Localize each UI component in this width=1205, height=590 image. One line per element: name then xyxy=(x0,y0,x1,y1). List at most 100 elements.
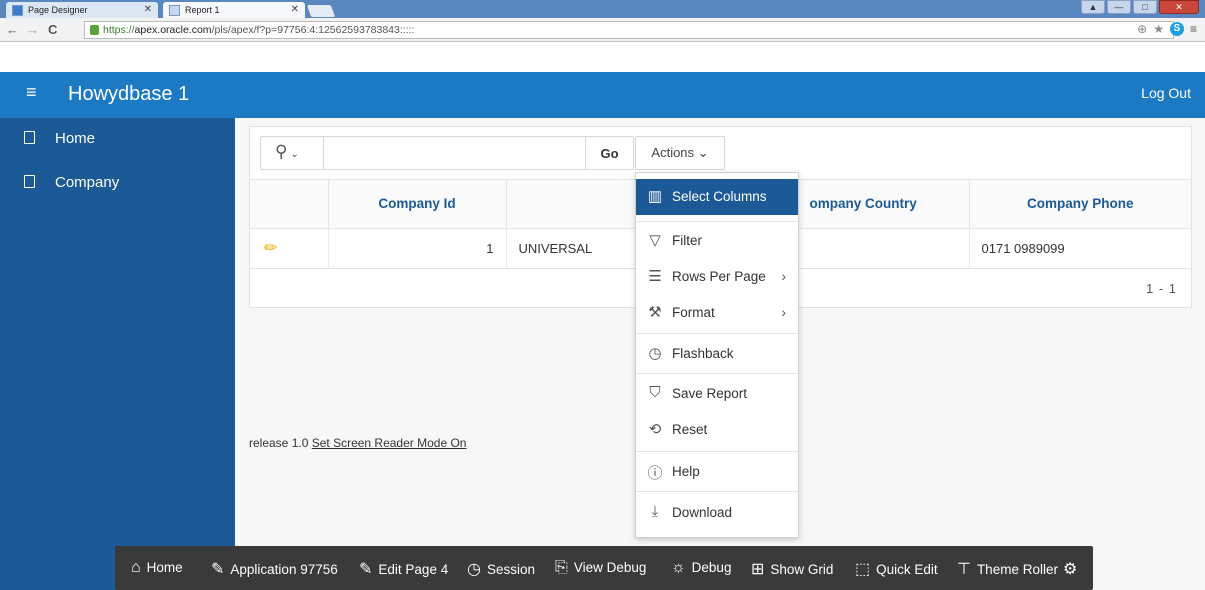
dev-item-label: Session xyxy=(486,562,535,577)
dev-debug-button[interactable]: ☼ Debug xyxy=(671,559,731,577)
actions-menu: ▥ Select Columns ▽ Filter ☰ Rows Per Page ›… xyxy=(635,172,799,538)
browser-tab-label: Page Designer xyxy=(28,5,88,15)
forward-icon[interactable]: → xyxy=(26,22,39,37)
hamburger-menu-icon[interactable]: ≡ xyxy=(26,82,37,103)
menu-item-rows-per-page[interactable]: ☰ Rows Per Page › xyxy=(636,259,798,295)
columns-icon: ▥ xyxy=(647,188,663,205)
dev-session-button[interactable]: ◷ Session xyxy=(467,559,535,579)
chevron-right-icon: › xyxy=(781,268,786,284)
menu-item-download[interactable]: ⤓ Download xyxy=(636,495,798,531)
app-header: ≡ Howydbase 1 Log Out xyxy=(0,72,1205,118)
sidebar-item-label: Company xyxy=(55,174,120,191)
dev-item-label: Edit Page 4 xyxy=(378,562,449,577)
grid-icon: ⊞ xyxy=(751,561,765,578)
menu-item-label: Rows Per Page xyxy=(672,269,766,284)
close-tab-icon[interactable]: ✕ xyxy=(291,4,299,15)
user-icon[interactable]: ▲ xyxy=(1081,0,1105,14)
release-text: release 1.0 xyxy=(249,436,309,450)
dev-show-grid-button[interactable]: ⊞ Show Grid xyxy=(751,559,833,579)
new-tab-button[interactable] xyxy=(306,5,336,17)
view-debug-icon: ⎘ xyxy=(555,559,568,576)
sidebar-item-home[interactable]: Home xyxy=(24,130,95,147)
address-bar: ← → C https://apex.oracle.com/pls/apex/f… xyxy=(0,18,1205,42)
release-footer: release 1.0 Set Screen Reader Mode On xyxy=(249,436,466,450)
logout-link[interactable]: Log Out xyxy=(1141,85,1191,101)
address-bar-actions: ⊕ ★ S ≡ xyxy=(1137,22,1197,36)
dev-item-label: Show Grid xyxy=(770,562,834,577)
reload-icon[interactable]: C xyxy=(48,22,57,37)
zoom-icon[interactable]: ⊕ xyxy=(1137,22,1147,36)
search-group: ⚲ ⌄ Go xyxy=(260,136,634,170)
browser-menu-icon[interactable]: ≡ xyxy=(1190,22,1197,36)
download-icon: ⤓ xyxy=(651,503,659,520)
actions-label: Actions xyxy=(651,145,695,160)
browser-window: Page Designer ✕ Report 1 ✕ ▲ — □ ✕ ← → C… xyxy=(0,0,1205,590)
wrench-icon: ⚒ xyxy=(648,304,662,321)
skype-icon[interactable]: S xyxy=(1169,22,1184,36)
lock-icon xyxy=(90,25,99,35)
url-host: apex.oracle.com xyxy=(134,24,212,36)
search-column-selector[interactable]: ⚲ ⌄ xyxy=(261,137,324,169)
browser-titlebar: Page Designer ✕ Report 1 ✕ ▲ — □ ✕ xyxy=(0,0,1205,18)
dev-item-label: View Debug xyxy=(573,560,647,575)
sidebar-item-company[interactable]: Company xyxy=(24,174,119,191)
dev-quick-edit-button[interactable]: ⬚ Quick Edit xyxy=(855,559,938,579)
close-tab-icon[interactable]: ✕ xyxy=(144,4,152,15)
menu-item-label: Filter xyxy=(672,233,702,248)
menu-item-format[interactable]: ⚒ Format › xyxy=(636,295,798,331)
rows-icon: ☰ xyxy=(648,268,662,285)
home-icon: ⌂ xyxy=(131,559,141,576)
dev-edit-page-button[interactable]: ✎ Edit Page 4 xyxy=(359,559,448,579)
column-header[interactable]: Company Id xyxy=(328,180,507,229)
sidebar-item-label: Home xyxy=(55,130,96,147)
developer-toolbar: ⌂ Home ✎ Application 97756 ✎ Edit Page 4 ◷ S… xyxy=(115,546,1093,590)
menu-item-filter[interactable]: ▽ Filter xyxy=(636,223,798,259)
dev-settings-button[interactable]: ⚙ xyxy=(1063,559,1083,579)
dev-view-debug-button[interactable]: ⎘ View Debug xyxy=(555,559,646,577)
clock-icon: ◷ xyxy=(467,561,481,578)
menu-separator xyxy=(636,333,798,334)
actions-button[interactable]: Actions ⌄ xyxy=(635,136,725,170)
menu-item-select-columns[interactable]: ▥ Select Columns xyxy=(636,179,798,215)
menu-item-label: Save Report xyxy=(672,386,748,401)
search-input[interactable] xyxy=(325,137,585,169)
menu-item-flashback[interactable]: ◷ Flashback xyxy=(636,336,798,372)
browser-tab-report[interactable]: Report 1 ✕ xyxy=(163,2,305,18)
apex-favicon-icon xyxy=(12,5,23,16)
column-header[interactable]: Company Phone xyxy=(969,180,1191,229)
menu-item-help[interactable]: ⓘ Help xyxy=(636,454,798,490)
reset-icon: ⟲ xyxy=(648,421,662,438)
browser-tab-page-designer[interactable]: Page Designer ✕ xyxy=(6,2,158,18)
screen-reader-link[interactable]: Set Screen Reader Mode On xyxy=(312,436,467,450)
menu-item-label: Reset xyxy=(672,422,708,437)
edit-pencil-icon[interactable]: ✏ xyxy=(264,240,277,257)
edit-box-icon: ✎ xyxy=(211,561,225,578)
menu-item-label: Help xyxy=(672,464,700,479)
menu-separator xyxy=(636,221,798,222)
bookmark-icon: ⛉ xyxy=(649,384,661,401)
dev-home-button[interactable]: ⌂ Home xyxy=(131,559,183,577)
menu-item-label: Select Columns xyxy=(672,189,767,204)
cell-company-id: 1 xyxy=(328,228,507,269)
back-icon[interactable]: ← xyxy=(6,22,19,37)
dev-item-label: Quick Edit xyxy=(876,562,938,577)
document-icon xyxy=(24,175,35,188)
maximize-button[interactable]: □ xyxy=(1133,0,1157,14)
go-button[interactable]: Go xyxy=(585,137,633,169)
dev-application-button[interactable]: ✎ Application 97756 xyxy=(211,559,338,579)
menu-separator xyxy=(636,451,798,452)
minimize-button[interactable]: — xyxy=(1107,0,1131,14)
menu-item-save-report[interactable]: ⛉ Save Report xyxy=(636,376,798,412)
pagination: 1 - 1 xyxy=(1145,281,1177,296)
app-title[interactable]: Howydbase 1 xyxy=(68,83,189,106)
menu-item-reset[interactable]: ⟲ Reset xyxy=(636,412,798,448)
dev-theme-roller-button[interactable]: ⊤ Theme Roller xyxy=(957,559,1058,579)
url-field[interactable]: https://apex.oracle.com/pls/apex/f?p=977… xyxy=(84,21,1174,39)
close-window-button[interactable]: ✕ xyxy=(1159,0,1199,14)
bug-icon: ☼ xyxy=(671,559,686,576)
menu-separator xyxy=(636,491,798,492)
bookmark-star-icon[interactable]: ★ xyxy=(1153,22,1164,36)
menu-item-label: Download xyxy=(672,505,733,520)
menu-separator xyxy=(636,373,798,374)
filter-icon: ▽ xyxy=(649,232,661,249)
